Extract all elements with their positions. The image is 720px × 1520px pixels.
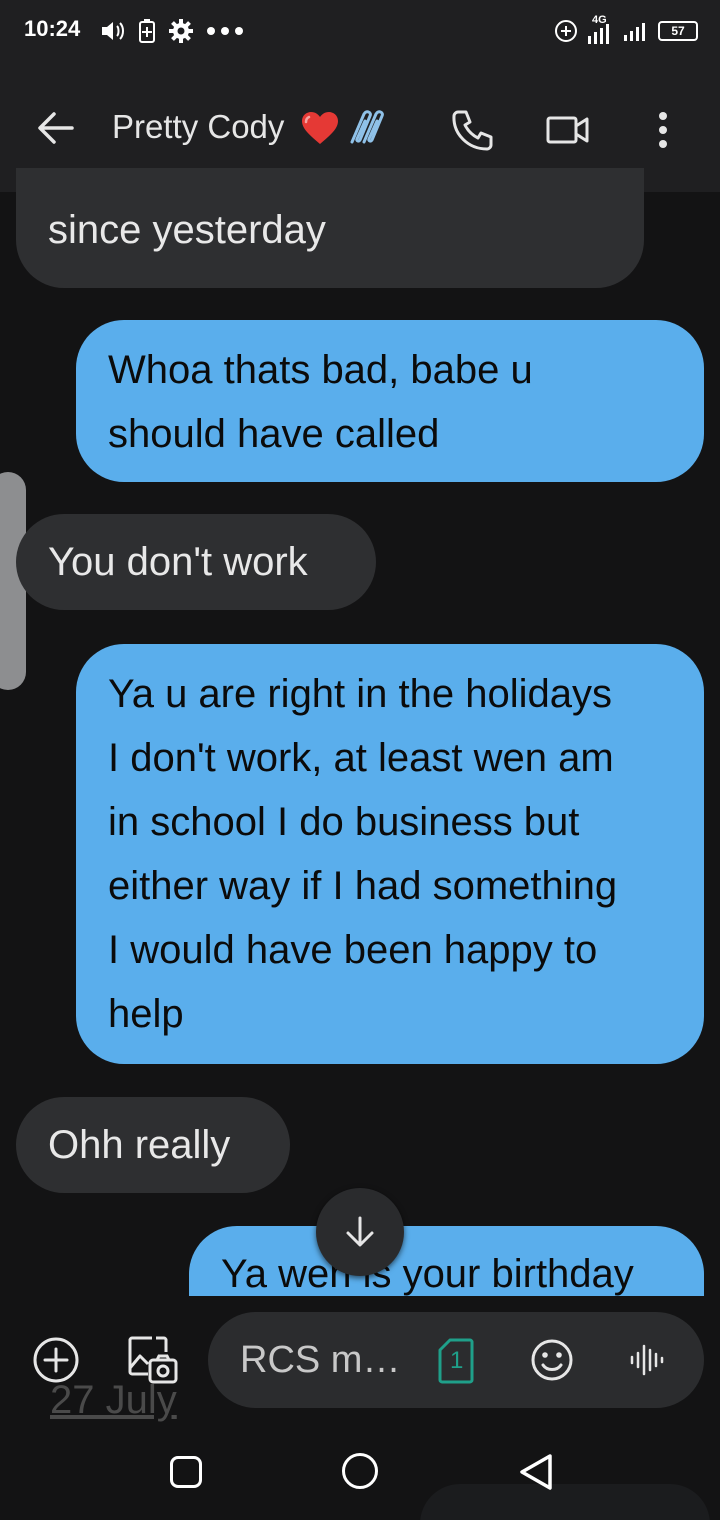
signal-bars-icon [622, 19, 650, 43]
message-text: Ya u are right in the holidays I don't w… [108, 672, 618, 1036]
sim-label: 1 [450, 1347, 464, 1374]
message-input[interactable] [240, 1336, 410, 1384]
call-button[interactable] [450, 108, 494, 152]
contact-emoji [300, 108, 388, 148]
message-text: Whoa thats bad, babe u should have calle… [108, 348, 533, 456]
video-call-button[interactable] [545, 110, 591, 150]
more-notifications-icon [206, 26, 244, 36]
triangle-back-icon [520, 1454, 552, 1490]
emoji-smile-icon [531, 1339, 573, 1381]
status-bar: 10:24 4G 57 [0, 0, 720, 64]
message-bubble-incoming[interactable]: since yesterday [16, 168, 644, 288]
battery-icon: 57 [658, 21, 698, 41]
red-heart-icon [302, 112, 338, 144]
sim-selector-button[interactable]: 1 [438, 1338, 474, 1384]
recents-button[interactable] [170, 1456, 202, 1488]
message-bubble-incoming[interactable]: Ohh really [16, 1097, 290, 1193]
volume-icon [100, 19, 126, 43]
emoji-button[interactable] [530, 1338, 574, 1382]
more-options-button[interactable] [645, 108, 681, 152]
scroll-to-bottom-button[interactable] [316, 1188, 404, 1276]
waveform-icon [630, 1344, 664, 1376]
message-bubble-incoming[interactable]: You don't work [16, 514, 376, 610]
back-button[interactable] [36, 108, 76, 148]
phone-icon [452, 110, 493, 151]
gallery-camera-button[interactable] [126, 1334, 178, 1386]
message-bubble-outgoing[interactable]: Whoa thats bad, babe u should have calle… [76, 320, 704, 482]
battery-saver-icon [138, 18, 156, 44]
status-right-icons: 4G 57 [554, 14, 698, 48]
floating-panel-edge [420, 1484, 710, 1520]
back-arrow-icon [38, 112, 74, 144]
more-vert-icon [659, 112, 667, 148]
data-saver-icon [554, 19, 578, 43]
voice-message-button[interactable] [628, 1340, 668, 1380]
message-text: Ohh really [48, 1123, 231, 1167]
message-text: since yesterday [48, 208, 326, 252]
status-time: 10:24 [24, 16, 81, 41]
add-attachment-button[interactable] [32, 1336, 80, 1384]
gallery-camera-icon [128, 1336, 178, 1384]
message-text: You don't work [48, 540, 308, 584]
system-back-button[interactable] [516, 1452, 556, 1492]
contact-name[interactable]: Pretty Cody [112, 108, 284, 146]
paperclip-icon [350, 110, 384, 144]
status-left-icons [100, 16, 244, 46]
add-circle-icon [33, 1337, 79, 1383]
settings-gear-icon [168, 18, 194, 44]
message-bubble-outgoing[interactable]: Ya u are right in the holidays I don't w… [76, 644, 704, 1064]
home-button[interactable] [342, 1453, 378, 1489]
video-icon [546, 116, 589, 144]
arrow-down-icon [346, 1216, 374, 1247]
signal-4g-icon: 4G [586, 14, 614, 46]
